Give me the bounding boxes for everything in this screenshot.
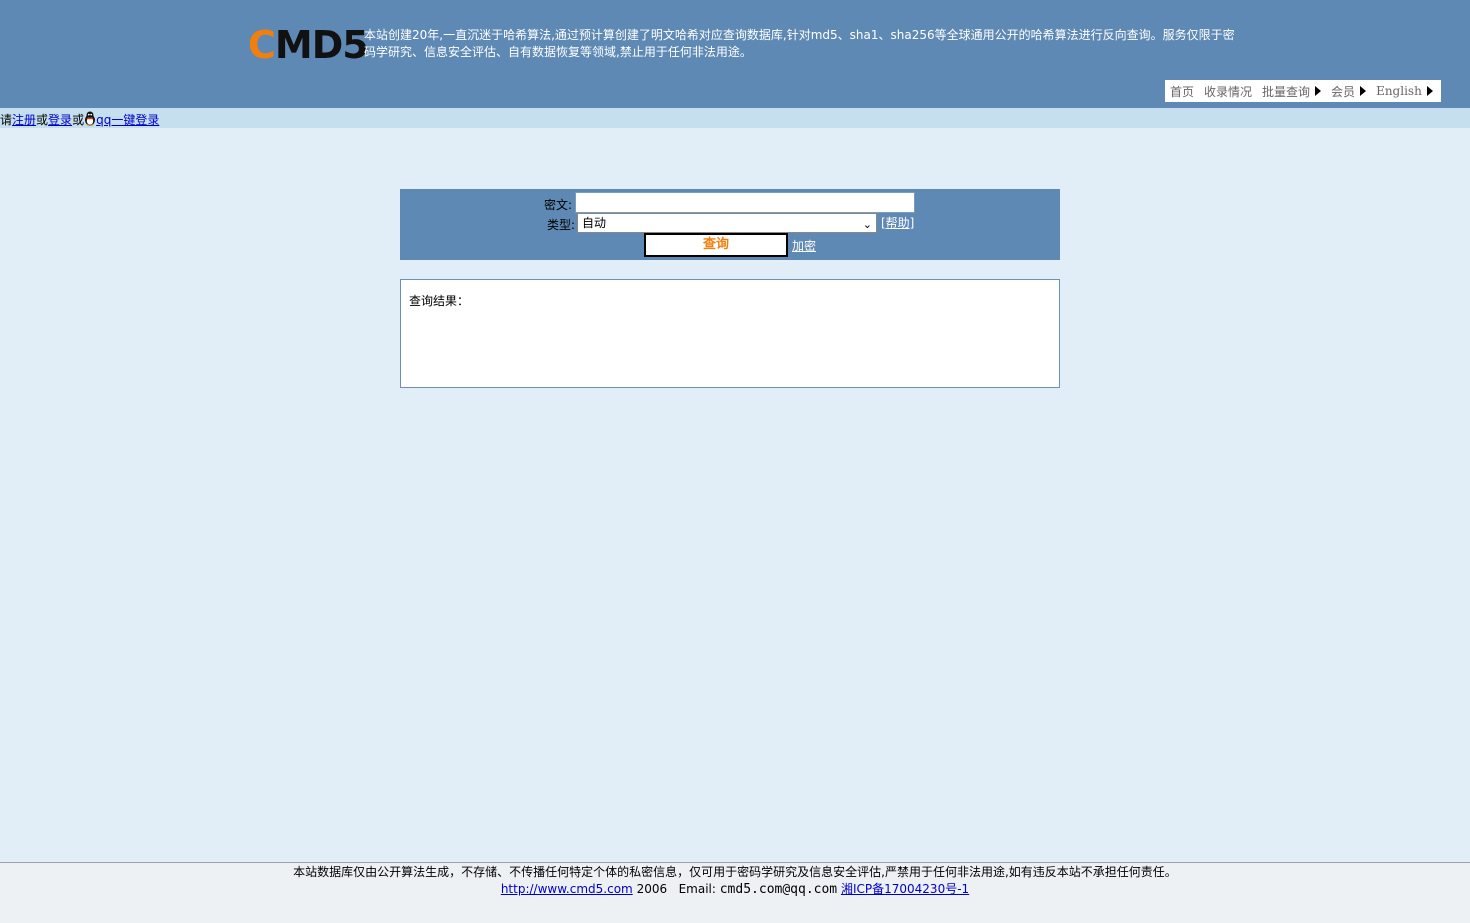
header: CMD5 本站创建20年,一直沉迷于哈希算法,通过预计算创建了明文哈希对应查询数… (0, 0, 1470, 108)
register-link[interactable]: 注册 (12, 113, 36, 127)
or-text: 或 (36, 113, 49, 127)
type-label: 类型: (547, 218, 576, 232)
caret-right-icon (1315, 86, 1322, 96)
qq-penguin-icon (84, 110, 96, 126)
top-nav: 首页 收录情况 批量查询 会员 English (1165, 80, 1441, 102)
encrypt-link[interactable]: 加密 (792, 237, 816, 254)
icp-link[interactable]: 湘ICP备17004230号-1 (841, 882, 969, 896)
login-bar: 请注册或登录或 qq一键登录 (0, 108, 1470, 128)
chevron-down-icon: ⌄ (862, 218, 872, 231)
nav-item[interactable]: 会员 (1331, 83, 1367, 100)
footer: 本站数据库仅由公开算法生成，不存储、不传播任何特定个体的私密信息，仅可用于密码学… (0, 862, 1470, 923)
site-url-link[interactable]: http://www.cmd5.com (501, 882, 633, 896)
hash-type-value: 自动 (582, 216, 607, 230)
nav-item[interactable]: 首页 (1170, 83, 1194, 100)
search-panel: 密文: 类型: 自动 ⌄ [帮助] 查询 加密 (400, 189, 1060, 260)
result-label: 查询结果： (409, 294, 470, 308)
site-logo[interactable]: CMD5 (248, 23, 369, 67)
caret-right-icon (1360, 86, 1367, 96)
nav-item-label: 批量查询 (1262, 84, 1311, 99)
qq-login-link[interactable]: qq一键登录 (96, 113, 159, 127)
logo-text: MD5 (274, 23, 369, 67)
cipher-input[interactable] (575, 192, 915, 213)
nav-item[interactable]: 收录情况 (1204, 83, 1252, 100)
site-intro: 本站创建20年,一直沉迷于哈希算法,通过预计算创建了明文哈希对应查询数据库,针对… (364, 28, 1235, 59)
nav-item-label: 会员 (1331, 84, 1356, 99)
nav-item[interactable]: English (1376, 84, 1433, 98)
nav-item-label: 首页 (1170, 84, 1195, 99)
login-prefix: 请 (0, 113, 13, 127)
nav-item[interactable]: 批量查询 (1262, 83, 1322, 100)
footer-disclaimer: 本站数据库仅由公开算法生成，不存储、不传播任何特定个体的私密信息，仅可用于密码学… (293, 865, 1177, 879)
login-link[interactable]: 登录 (48, 113, 72, 127)
cipher-label: 密文: (544, 198, 573, 212)
result-panel: 查询结果： (400, 279, 1060, 388)
help-link[interactable]: [帮助] (881, 214, 914, 231)
nav-item-label: English (1376, 84, 1422, 98)
or-text: 或 (72, 113, 85, 127)
query-button[interactable]: 查询 (644, 233, 788, 257)
email-label: Email: (678, 882, 716, 896)
nav-item-label: 收录情况 (1204, 84, 1253, 99)
footer-year: 2006 (636, 882, 668, 896)
hash-type-select[interactable]: 自动 ⌄ (577, 213, 877, 233)
email-address: cmd5.com@qq.com (719, 882, 838, 897)
logo-accent: C (248, 23, 276, 67)
caret-right-icon (1426, 86, 1433, 96)
